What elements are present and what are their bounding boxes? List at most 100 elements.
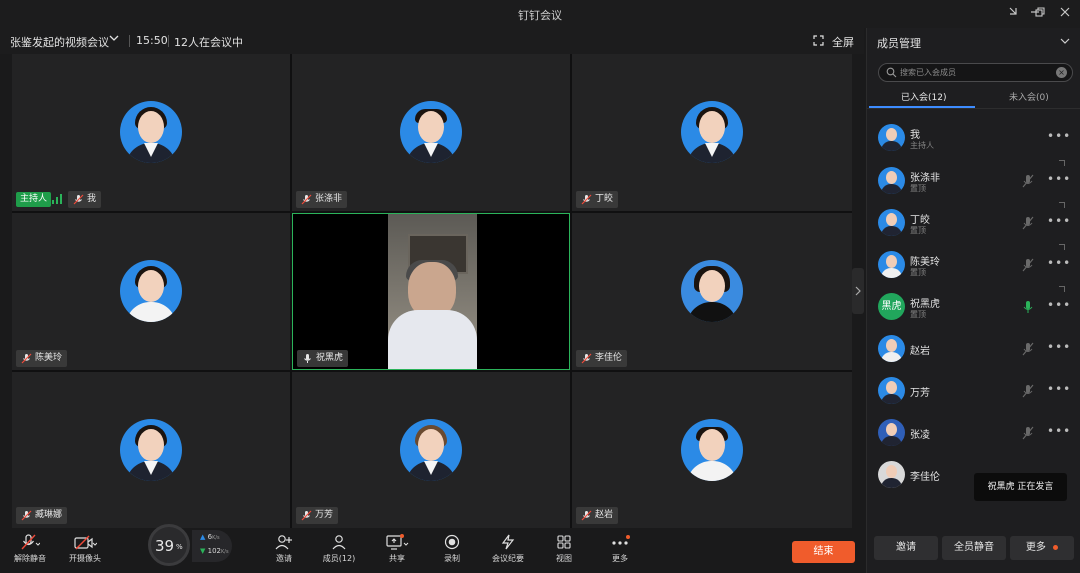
participant-name: 张涤非 xyxy=(315,194,343,204)
video-tile[interactable]: 陈美玲 xyxy=(12,213,290,370)
more-options-icon[interactable]: ••• xyxy=(1047,172,1071,186)
meeting-time: 15:50 xyxy=(136,34,168,47)
search-icon xyxy=(886,67,897,78)
mic-muted-icon[interactable] xyxy=(1022,174,1034,188)
end-meeting-button[interactable]: 结束 xyxy=(792,541,855,563)
mic-muted-icon[interactable] xyxy=(1022,258,1034,272)
chevron-down-icon[interactable] xyxy=(108,32,120,44)
signal-icon xyxy=(52,194,62,204)
video-tile[interactable]: 李佳伦 xyxy=(572,213,852,370)
participant-name-tag: 陈美玲 xyxy=(16,350,68,367)
video-tile[interactable]: 张涤非 xyxy=(292,54,570,211)
video-tile[interactable]: 万芳 xyxy=(292,372,570,528)
member-name: 张涤非 xyxy=(910,173,940,184)
more-options-icon[interactable]: ••• xyxy=(1047,424,1071,438)
mic-active-icon[interactable] xyxy=(1022,300,1034,314)
video-tile[interactable]: 臧琳娜 xyxy=(12,372,290,528)
invite-button[interactable]: 邀请 xyxy=(874,536,938,560)
pin-icon[interactable] xyxy=(1005,6,1021,22)
download-rate: ▼ 102K/s xyxy=(200,547,229,555)
title-bar: 钉钉会议 xyxy=(0,0,1080,28)
corner-mark xyxy=(1059,202,1065,208)
video-tile[interactable]: 主持人 我 xyxy=(12,54,290,211)
participant-name-tag: 李佳伦 xyxy=(576,350,628,367)
view-button[interactable]: 视图 xyxy=(553,534,575,564)
collapse-panel-handle[interactable] xyxy=(852,268,864,314)
avatar xyxy=(878,251,905,278)
member-item-speaking[interactable]: 黑虎 祝黑虎 置顶 ••• xyxy=(867,286,1080,328)
avatar xyxy=(681,419,743,481)
video-grid: 主持人 我 张涤非 丁皎 陈美玲 祝黑虎 李佳伦 臧琳娜 万芳 赵岩 xyxy=(12,54,852,528)
more-button[interactable]: 更多 xyxy=(1010,536,1074,560)
more-button-label: 更多 xyxy=(1025,542,1046,553)
member-item[interactable]: 赵岩 ••• xyxy=(867,328,1080,370)
member-item[interactable]: 陈美玲 置顶 ••• xyxy=(867,244,1080,286)
invite-toolbar-button[interactable]: 邀请 xyxy=(272,534,296,564)
close-icon[interactable] xyxy=(1057,6,1073,22)
member-role: 主持人 xyxy=(910,141,934,150)
participant-name: 万芳 xyxy=(315,510,334,520)
share-button[interactable]: 共享 xyxy=(385,534,409,564)
participant-name: 我 xyxy=(87,194,97,204)
unmute-label: 解除静音 xyxy=(14,554,46,563)
participant-name: 臧琳娜 xyxy=(35,510,63,520)
participant-video xyxy=(388,214,477,369)
minutes-button[interactable]: 会议纪要 xyxy=(490,534,526,564)
camera-button[interactable]: 开摄像头 xyxy=(66,534,104,564)
clear-icon[interactable]: × xyxy=(1056,67,1067,78)
chevron-down-icon[interactable] xyxy=(1060,36,1070,46)
video-tile[interactable]: 丁皎 xyxy=(572,54,852,211)
grid-view-icon xyxy=(557,535,571,549)
restore-icon[interactable] xyxy=(1032,6,1048,22)
member-item[interactable]: 张凌 ••• xyxy=(867,412,1080,454)
member-item[interactable]: 我 主持人 ••• xyxy=(867,117,1080,159)
more-options-icon[interactable]: ••• xyxy=(1047,340,1071,354)
view-label: 视图 xyxy=(556,554,572,563)
mute-all-button[interactable]: 全员静音 xyxy=(942,536,1006,560)
member-item[interactable]: 丁皎 置顶 ••• xyxy=(867,202,1080,244)
fullscreen-button[interactable]: 全屏 xyxy=(832,34,854,50)
more-options-icon[interactable]: ••• xyxy=(1047,256,1071,270)
record-button[interactable]: 录制 xyxy=(440,534,464,564)
more-options-icon[interactable]: ••• xyxy=(1047,214,1071,228)
mic-muted-icon[interactable] xyxy=(1022,426,1034,440)
members-button[interactable]: 成员(12) xyxy=(320,534,358,564)
more-options-icon[interactable]: ••• xyxy=(1047,382,1071,396)
avatar xyxy=(120,419,182,481)
meeting-title[interactable]: 张鉴发起的视频会议 xyxy=(10,34,109,50)
member-item[interactable]: 万芳 ••• xyxy=(867,370,1080,412)
avatar xyxy=(878,335,905,362)
member-search-input[interactable]: 搜索已入会成员 × xyxy=(878,63,1073,82)
avatar xyxy=(681,260,743,322)
corner-mark xyxy=(1059,160,1065,166)
video-tile[interactable]: 赵岩 xyxy=(572,372,852,528)
more-icon xyxy=(612,535,630,545)
video-tile-active-speaker[interactable]: 祝黑虎 xyxy=(292,213,570,370)
corner-mark xyxy=(1059,244,1065,250)
rate-unit: K/s xyxy=(212,535,220,541)
more-toolbar-button[interactable]: 更多 xyxy=(609,534,631,564)
more-options-icon[interactable]: ••• xyxy=(1047,298,1071,312)
minutes-label: 会议纪要 xyxy=(492,554,524,563)
member-role: 置顶 xyxy=(910,226,926,235)
divider xyxy=(168,35,169,47)
more-options-icon[interactable]: ••• xyxy=(1047,129,1071,143)
mic-muted-icon xyxy=(581,510,592,521)
mic-muted-icon xyxy=(21,353,32,364)
mic-muted-icon[interactable] xyxy=(1022,216,1034,230)
mic-muted-icon xyxy=(21,534,40,550)
tab-not-joined[interactable]: 未入会(0) xyxy=(1009,90,1049,103)
mic-muted-icon[interactable] xyxy=(1022,384,1034,398)
mic-icon xyxy=(304,354,311,363)
lightning-icon xyxy=(501,534,515,550)
tab-joined[interactable]: 已入会(12) xyxy=(901,90,946,103)
unmute-button[interactable]: 解除静音 xyxy=(12,534,48,564)
member-item[interactable]: 张涤非 置顶 ••• xyxy=(867,160,1080,202)
fullscreen-icon[interactable] xyxy=(813,35,824,46)
avatar xyxy=(400,419,462,481)
network-indicator[interactable]: 39 % ▲ 6K/s ▼ 102K/s xyxy=(148,524,232,566)
member-name: 李佳伦 xyxy=(910,472,940,483)
member-name: 陈美玲 xyxy=(910,257,940,268)
mic-muted-icon[interactable] xyxy=(1022,342,1034,356)
network-quality-ring: 39 % xyxy=(148,524,190,566)
